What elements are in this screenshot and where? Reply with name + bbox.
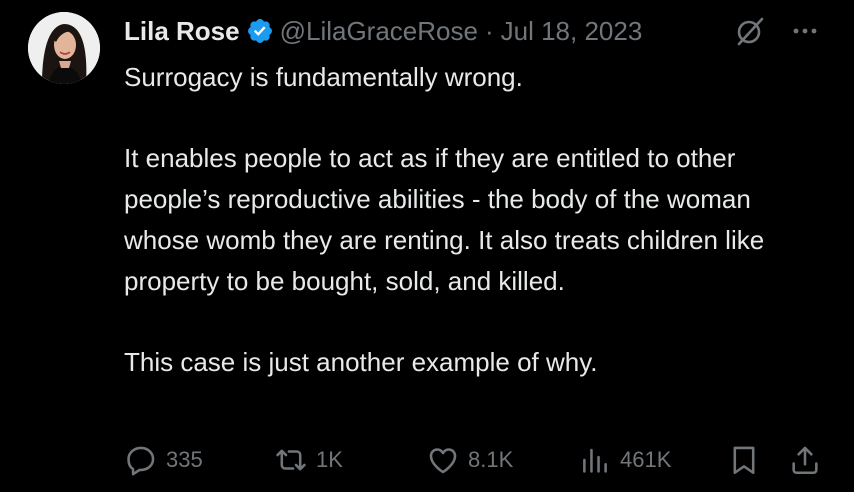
verified-badge-icon <box>247 19 272 43</box>
tweet-paragraph: This case is just another example of why… <box>124 346 598 377</box>
avatar[interactable] <box>28 12 100 84</box>
retweet-button[interactable]: 1K <box>274 438 343 482</box>
retweet-icon <box>276 449 306 471</box>
reply-icon <box>127 446 155 476</box>
bookmark-icon <box>733 446 755 475</box>
avatar-image <box>28 12 100 84</box>
like-count: 8.1K <box>468 447 514 472</box>
bookmark-button[interactable] <box>727 438 761 482</box>
author-handle[interactable]: @LilaGraceRose <box>280 16 478 47</box>
tweet-paragraph: It enables people to act as if they are … <box>124 143 765 296</box>
view-count: 461K <box>620 447 672 472</box>
header-separator: · <box>484 15 494 46</box>
author-name[interactable]: Lila Rose <box>124 16 240 47</box>
tweet-header: Lila Rose @LilaGraceRose · Jul 18, 2023 <box>124 12 642 50</box>
tweet-text: Surrogacy is fundamentally wrong. It ena… <box>124 57 824 383</box>
views-icon <box>583 448 607 473</box>
tweet-date[interactable]: Jul 18, 2023 <box>501 16 643 47</box>
share-icon <box>792 446 818 475</box>
more-icon[interactable] <box>788 14 822 48</box>
action-bar: 335 1K 8.1K 461K <box>0 438 854 482</box>
tweet-paragraph: Surrogacy is fundamentally wrong. <box>124 62 523 92</box>
like-button[interactable]: 8.1K <box>426 438 513 482</box>
reply-count: 335 <box>166 447 203 472</box>
heart-icon <box>429 448 457 474</box>
grok-icon[interactable] <box>733 14 767 48</box>
views-button[interactable]: 461K <box>578 438 671 482</box>
retweet-count: 1K <box>316 447 343 472</box>
share-button[interactable] <box>788 438 822 482</box>
reply-button[interactable]: 335 <box>124 438 203 482</box>
